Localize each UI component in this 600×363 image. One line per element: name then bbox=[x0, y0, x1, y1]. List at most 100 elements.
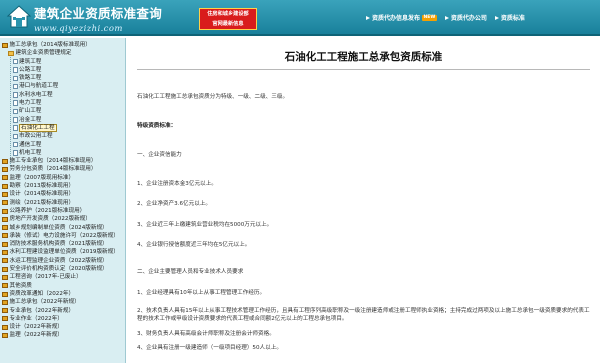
new-badge: NEW bbox=[422, 14, 437, 21]
page-icon bbox=[13, 125, 18, 131]
sidebar-item-label: 通信工程 bbox=[19, 141, 42, 148]
nav-qualification-standards[interactable]: 资质标准 bbox=[494, 13, 525, 22]
sidebar-item-label: 勘察（2013版标准现用） bbox=[9, 183, 75, 190]
sidebar-tree: 施工总承包（2014版标准现用） 建筑企业资质管理规定 建筑工程 公路工程 铁路工程 港口… bbox=[0, 38, 126, 363]
page-icon bbox=[13, 117, 18, 123]
sidebar-item[interactable]: 施工专业承包（2014版标准现用） bbox=[0, 157, 125, 165]
book-icon bbox=[2, 274, 8, 280]
book-icon bbox=[2, 266, 8, 272]
subsection-title-1: 一、企业资信能力 bbox=[137, 152, 182, 158]
sidebar-item[interactable]: 港口与航道工程 bbox=[0, 82, 125, 90]
site-branding[interactable]: 建筑企业资质标准查询 www.qiyezizhi.com bbox=[34, 3, 162, 34]
house-logo-icon[interactable] bbox=[6, 4, 32, 30]
triangle-icon bbox=[444, 15, 449, 20]
sidebar-item-label: 水利水电工程 bbox=[19, 91, 53, 98]
sidebar-item[interactable]: 房地产开发资质（2022版新规） bbox=[0, 215, 125, 223]
top-nav: 资质代办信息发布 NEW 资质代办公司 资质标准 bbox=[366, 13, 533, 22]
sidebar-item[interactable]: 劳务分包资质（2014版标准现用） bbox=[0, 165, 125, 173]
sidebar-item[interactable]: 水运工程监理企业资质（2022版新规） bbox=[0, 257, 125, 265]
sidebar-item-label: 专业承包（2022年新规） bbox=[9, 307, 75, 314]
subsection-title-2: 二、企业主要管理人员和专业技术人员要求 bbox=[137, 269, 244, 275]
triangle-icon bbox=[494, 15, 499, 20]
sidebar-item-label: 建筑企业资质管理规定 bbox=[15, 50, 72, 57]
book-icon bbox=[2, 258, 8, 264]
sidebar-item-label: 冶金工程 bbox=[19, 116, 42, 123]
sidebar-item[interactable]: 勘察（2013版标准现用） bbox=[0, 182, 125, 190]
sidebar-item-label: 工程咨询（2017年-已废止） bbox=[9, 274, 82, 281]
sidebar-item[interactable]: 通信工程 bbox=[0, 141, 125, 149]
sidebar-item[interactable]: 监理（2007版现用标准） bbox=[0, 174, 125, 182]
sidebar-item[interactable]: 水利水电工程 bbox=[0, 91, 125, 99]
nav-label: 资质代办信息发布 bbox=[372, 15, 421, 22]
sidebar-item[interactable]: 施工总承包（2022年新规） bbox=[0, 298, 125, 306]
sidebar-item[interactable]: 建筑企业资质管理规定 bbox=[0, 49, 125, 57]
book-icon bbox=[2, 167, 8, 173]
banner-line-2: 官网最新信息 bbox=[212, 20, 244, 27]
sidebar-item-label: 电力工程 bbox=[19, 100, 42, 107]
sidebar-item-label: 机电工程 bbox=[19, 149, 42, 156]
sidebar-item-label: 石油化工工程 bbox=[19, 123, 57, 133]
site-header: 建筑企业资质标准查询 www.qiyezizhi.com 住房和城乡建设部 官网… bbox=[0, 0, 600, 36]
book-icon bbox=[2, 324, 8, 330]
banner-line-1: 住房和城乡建设部 bbox=[207, 11, 249, 17]
sidebar-item[interactable]: 设计（2022年新规） bbox=[0, 323, 125, 331]
nav-agency-info[interactable]: 资质代办信息发布 NEW bbox=[366, 13, 437, 22]
sidebar-item[interactable]: 监理（2022年新规） bbox=[0, 331, 125, 339]
sidebar-item-label: 监理（2007版现用标准） bbox=[9, 174, 75, 181]
sidebar-item[interactable]: 专业承包（2022年新规） bbox=[0, 307, 125, 315]
requirement-item: 3、企业近三年上缴建筑业营业税均在5000万元以上。 bbox=[137, 222, 273, 228]
book-icon bbox=[2, 183, 8, 189]
page-icon bbox=[13, 58, 18, 65]
page-icon bbox=[13, 92, 18, 98]
title-divider bbox=[137, 69, 590, 70]
sidebar-item[interactable]: 工程咨询（2017年-已废止） bbox=[0, 273, 125, 281]
sidebar-item[interactable]: 电力工程 bbox=[0, 99, 125, 107]
sidebar-item[interactable]: 资质改革通知（2022年） bbox=[0, 290, 125, 298]
sidebar-item-label: 公路工程 bbox=[19, 66, 42, 73]
sidebar-item[interactable]: 公路工程 bbox=[0, 66, 125, 74]
requirement-item: 2、技术负责人具有15年以上从事工程技术管理工作经历，且具有工程序列高级职称及一… bbox=[137, 308, 590, 322]
sidebar-item-label: 房地产开发资质（2022版新规） bbox=[9, 216, 91, 223]
page-icon bbox=[13, 75, 18, 82]
sidebar-item[interactable]: 铁路工程 bbox=[0, 74, 125, 82]
sidebar-item[interactable]: 石油化工工程 bbox=[0, 123, 125, 133]
book-icon bbox=[2, 308, 8, 314]
nav-agency-companies[interactable]: 资质代办公司 bbox=[444, 13, 487, 22]
sidebar-item[interactable]: 设计（2014版标准现用） bbox=[0, 190, 125, 198]
sidebar-item[interactable]: 专业作业（2022年） bbox=[0, 315, 125, 323]
site-title[interactable]: 建筑企业资质标准查询 bbox=[34, 3, 162, 22]
book-icon bbox=[2, 216, 8, 222]
content-panel: 石油化工工程施工总承包资质标准 石油化工工程施工总承包资质分为特级、一级、二级、… bbox=[127, 38, 600, 363]
sidebar-item-label: 资质改革通知（2022年） bbox=[9, 290, 75, 297]
sidebar-item[interactable]: 消防技术服务机构资质（2021版新规） bbox=[0, 240, 125, 248]
sidebar-item[interactable]: 城乡规划编制单位资质（2024版新规） bbox=[0, 224, 125, 232]
book-icon bbox=[2, 191, 8, 197]
sidebar-item[interactable]: 测绘（2021版标准现用） bbox=[0, 199, 125, 207]
sidebar-item[interactable]: 承装（修试）电力设施许可（2022版新规） bbox=[0, 232, 125, 240]
sidebar-item[interactable]: 公路养护（2021版标准现用） bbox=[0, 207, 125, 215]
triangle-icon bbox=[366, 15, 370, 20]
sidebar-item[interactable]: 市政公用工程 bbox=[0, 132, 125, 140]
sidebar-item-label: 专业作业（2022年） bbox=[9, 315, 63, 322]
section-heading: 特级资质标准： bbox=[137, 123, 177, 129]
sidebar-item-label: 市政公用工程 bbox=[19, 133, 53, 140]
sidebar-item[interactable]: 其他资质 bbox=[0, 282, 125, 290]
sidebar-item[interactable]: 冶金工程 bbox=[0, 116, 125, 124]
requirement-item: 2、企业净资产3.6亿元以上。 bbox=[137, 201, 211, 207]
mohurd-banner[interactable]: 住房和城乡建设部 官网最新信息 bbox=[199, 8, 257, 30]
sidebar-item[interactable]: 安全评价机构资质认定（2020版新规） bbox=[0, 265, 125, 273]
sidebar-item[interactable]: 建筑工程 bbox=[0, 58, 125, 66]
sidebar-item-label: 矿山工程 bbox=[19, 108, 42, 115]
sidebar-item-label: 施工总承包（2014版标准现用） bbox=[9, 42, 91, 48]
sidebar-item-label: 其他资质 bbox=[9, 282, 32, 289]
sidebar-item[interactable]: 水利工程建设监理单位资质（2019版新规） bbox=[0, 248, 125, 256]
sidebar-item[interactable]: 施工总承包（2014版标准现用） bbox=[0, 41, 125, 49]
sidebar-item[interactable]: 机电工程 bbox=[0, 149, 125, 157]
sidebar-item[interactable]: 矿山工程 bbox=[0, 107, 125, 115]
book-icon bbox=[2, 241, 8, 247]
folder-icon bbox=[8, 50, 14, 56]
book-icon bbox=[2, 283, 8, 289]
sidebar-item-label: 设计（2022年新规） bbox=[9, 324, 63, 331]
page-icon bbox=[13, 141, 18, 148]
page-icon bbox=[13, 108, 18, 115]
